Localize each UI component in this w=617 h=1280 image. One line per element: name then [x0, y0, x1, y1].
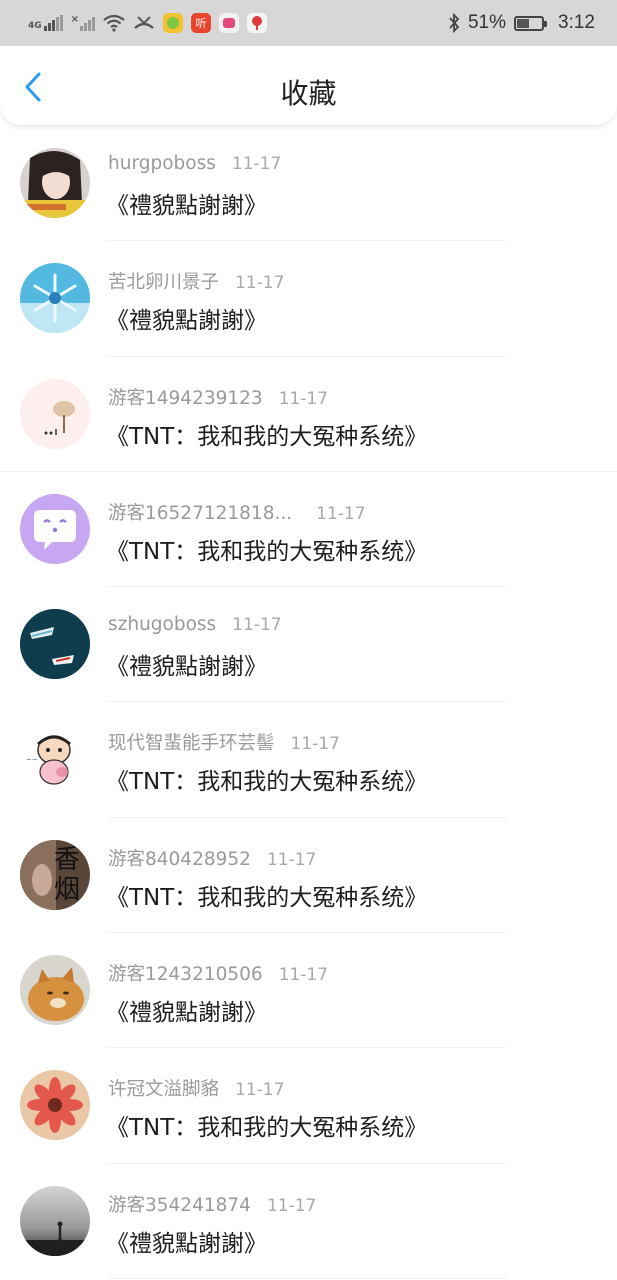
avatar-foggy-figure[interactable] — [20, 1185, 90, 1256]
list-item[interactable]: ~~ 现代智蜚能手环芸髻 11-17 《TNT：我和我的大冤种系统》 — [0, 702, 617, 818]
list-item[interactable]: 游客16527121818... 11-17 《TNT：我和我的大冤种系统》 — [0, 472, 617, 588]
date: 11-17 — [266, 1195, 317, 1216]
meta-line: hurgpoboss 11-17 — [108, 153, 281, 174]
collection-title[interactable]: 《禮貌點謝謝》 — [106, 186, 267, 220]
avatar-chat-bubble[interactable] — [20, 493, 90, 564]
username: 现代智蜚能手环芸髻 — [108, 733, 275, 755]
status-time: 3:12 — [558, 12, 595, 33]
wifi-icon — [103, 14, 125, 32]
avatar-text-1: 香 — [54, 845, 80, 875]
collection-title[interactable]: 《禮貌點謝謝》 — [106, 993, 267, 1027]
username: 苦北卵川景子 — [108, 272, 220, 294]
date: 11-17 — [278, 965, 329, 986]
username: 游客1494239123 — [108, 387, 263, 409]
username: 游客16527121818... — [108, 502, 293, 524]
date: 11-17 — [231, 154, 282, 174]
meta-line: 许冠文溢脚貉 11-17 — [108, 1075, 284, 1101]
status-bar-left: 4G × 听 — [28, 13, 268, 33]
avatar-cat[interactable] — [20, 955, 90, 1026]
meta-line: szhugoboss 11-17 — [108, 614, 282, 635]
collection-title[interactable]: 《TNT：我和我的大冤种系统》 — [106, 878, 427, 912]
divider — [108, 1277, 507, 1279]
avatar-photo-girl[interactable] — [20, 148, 90, 218]
page-title: 收藏 — [280, 77, 337, 110]
username: hurgpoboss — [108, 153, 216, 174]
network-type-label: 4G — [28, 21, 42, 31]
username: 游客354241874 — [108, 1194, 251, 1216]
list-item[interactable]: 苦北卵川景子 11-17 《禮貌點謝謝》 — [0, 241, 617, 357]
status-bar-right: 51% 3:12 — [448, 12, 595, 34]
list-item[interactable]: szhugoboss 11-17 《禮貌點謝謝》 — [0, 587, 617, 703]
list-item[interactable]: 游客1494239123 11-17 《TNT：我和我的大冤种系统》 — [0, 357, 617, 472]
battery-fill — [517, 18, 530, 28]
avatar-snowflake[interactable] — [20, 263, 90, 334]
collection-title[interactable]: 《禮貌點謝謝》 — [106, 301, 267, 335]
app-icon-listen: 听 — [191, 13, 212, 33]
app-icon-red — [247, 13, 268, 33]
app-icon-green — [163, 13, 184, 33]
date: 11-17 — [266, 849, 317, 870]
battery-percent: 51% — [467, 12, 507, 33]
collection-title[interactable]: 《TNT：我和我的大冤种系统》 — [106, 532, 427, 566]
avatar-xiangyan[interactable]: 香 烟 — [20, 839, 90, 910]
meta-line: 游客354241874 11-17 — [108, 1191, 316, 1217]
date: 11-17 — [235, 273, 285, 294]
date: 11-17 — [232, 615, 282, 636]
avatar-flower[interactable] — [20, 1070, 90, 1141]
username: 许冠文溢脚貉 — [108, 1079, 220, 1101]
app-icon-pink — [219, 13, 240, 33]
avatar-tree-drawing[interactable] — [20, 378, 90, 449]
collection-title[interactable]: 《TNT：我和我的大冤种系统》 — [106, 417, 427, 451]
status-bar: 4G × 听 51% 3:12 — [0, 0, 617, 46]
collection-title[interactable]: 《禮貌點謝謝》 — [106, 647, 267, 681]
svg-text:~~: ~~ — [26, 756, 38, 764]
date: 11-17 — [235, 1080, 285, 1101]
meta-line: 苦北卵川景子 11-17 — [108, 268, 284, 294]
no-sim-signal-icon: × — [71, 15, 96, 31]
meta-line: 游客16527121818... 11-17 — [108, 499, 366, 525]
username: 游客1243210506 — [108, 964, 263, 986]
date: 11-17 — [278, 388, 329, 409]
favorites-list: hurgpoboss 11-17 《禮貌點謝謝》 苦北卵川景子 11-17 《禮… — [0, 126, 617, 1279]
meta-line: 游客840428952 11-17 — [108, 845, 316, 871]
avatar-cartoon-kid[interactable]: ~~ — [20, 724, 90, 795]
signal-icon: 4G — [28, 15, 63, 31]
list-item[interactable]: 游客354241874 11-17 《禮貌點謝謝》 — [0, 1164, 617, 1279]
meta-line: 游客1494239123 11-17 — [108, 384, 328, 410]
list-item[interactable]: 游客1243210506 11-17 《禮貌點謝謝》 — [0, 933, 617, 1049]
battery-icon — [514, 15, 548, 31]
list-item[interactable]: 香 烟 游客840428952 11-17 《TNT：我和我的大冤种系统》 — [0, 818, 617, 934]
collection-title[interactable]: 《TNT：我和我的大冤种系统》 — [106, 762, 427, 796]
username: szhugoboss — [108, 614, 217, 636]
header: 收藏 — [0, 46, 617, 126]
date: 11-17 — [290, 734, 340, 755]
bluetooth-icon — [449, 13, 460, 33]
avatar-boats[interactable] — [20, 609, 90, 680]
collection-title[interactable]: 《禮貌點謝謝》 — [106, 1224, 267, 1258]
list-item[interactable]: hurgpoboss 11-17 《禮貌點謝謝》 — [0, 126, 617, 242]
missed-call-icon — [134, 16, 154, 29]
meta-line: 游客1243210506 11-17 — [108, 960, 328, 986]
date: 11-17 — [316, 503, 366, 524]
avatar-text-2: 烟 — [54, 875, 80, 905]
collection-title[interactable]: 《TNT：我和我的大冤种系统》 — [106, 1108, 427, 1142]
username: 游客840428952 — [108, 848, 251, 870]
meta-line: 现代智蜚能手环芸髻 11-17 — [108, 729, 340, 755]
list-item[interactable]: 许冠文溢脚貉 11-17 《TNT：我和我的大冤种系统》 — [0, 1048, 617, 1164]
